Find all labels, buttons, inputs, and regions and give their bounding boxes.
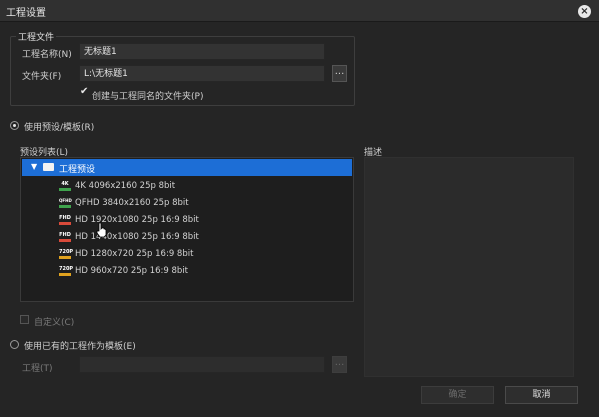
- tree-root-row[interactable]: ▼ 工程预设: [22, 159, 352, 176]
- description-panel: [364, 157, 574, 377]
- folder-icon: [43, 163, 54, 171]
- preset-item-label: 4K 4096x2160 25p 8bit: [75, 181, 176, 191]
- create-folder-label: 创建与工程同名的文件夹(P): [92, 92, 204, 102]
- custom-checkbox[interactable]: [20, 315, 29, 324]
- project-label: 工程(T): [22, 364, 53, 374]
- use-existing-label: 使用已有的工程作为模板(E): [24, 342, 136, 352]
- use-preset-label: 使用预设/模板(R): [24, 123, 95, 133]
- use-preset-radio[interactable]: [10, 121, 19, 130]
- window-title: 工程设置: [6, 8, 46, 19]
- folder-input[interactable]: L:\无标题1: [79, 65, 325, 82]
- 4k-badge-icon: 4K: [59, 181, 71, 191]
- 720p-badge-icon: 720P: [59, 249, 73, 259]
- cancel-button[interactable]: 取消: [505, 386, 578, 404]
- project-browse-button[interactable]: ...: [332, 356, 347, 373]
- 720p-badge-icon: 720P: [59, 266, 73, 276]
- project-path-input[interactable]: [79, 356, 325, 373]
- close-icon[interactable]: ×: [578, 5, 591, 18]
- project-name-input[interactable]: 无标题1: [79, 43, 325, 60]
- preset-item-label: HD 1440x1080 25p 16:9 8bit: [75, 232, 199, 242]
- preset-item-label: HD 960x720 25p 16:9 8bit: [75, 266, 189, 276]
- title-bar: 工程设置 ×: [0, 0, 599, 22]
- create-folder-checkbox[interactable]: ✔: [80, 86, 88, 97]
- fhd-badge-icon: FHD: [59, 215, 71, 225]
- preset-item-label: HD 1920x1080 25p 16:9 8bit: [75, 215, 199, 225]
- preset-tree[interactable]: ▼ 工程预设 4K 4K 4096x2160 25p 8bit QFHD QFH…: [20, 157, 354, 302]
- qfhd-badge-icon: QFHD: [59, 198, 72, 208]
- expand-arrow-icon[interactable]: ▼: [31, 162, 37, 171]
- ok-button[interactable]: 确定: [421, 386, 494, 404]
- folder-browse-button[interactable]: ...: [332, 65, 347, 82]
- folder-label: 文件夹(F): [22, 72, 62, 82]
- project-file-group-title: 工程文件: [16, 30, 57, 43]
- hand-cursor-icon: [96, 222, 107, 238]
- use-existing-radio[interactable]: [10, 340, 19, 349]
- tree-root-label: 工程预设: [59, 165, 96, 175]
- custom-label: 自定义(C): [34, 318, 75, 328]
- preset-item-label: QFHD 3840x2160 25p 8bit: [75, 198, 189, 208]
- preset-item-label: HD 1280x720 25p 16:9 8bit: [75, 249, 194, 259]
- fhd-badge-icon: FHD: [59, 232, 71, 242]
- project-name-label: 工程名称(N): [22, 50, 72, 60]
